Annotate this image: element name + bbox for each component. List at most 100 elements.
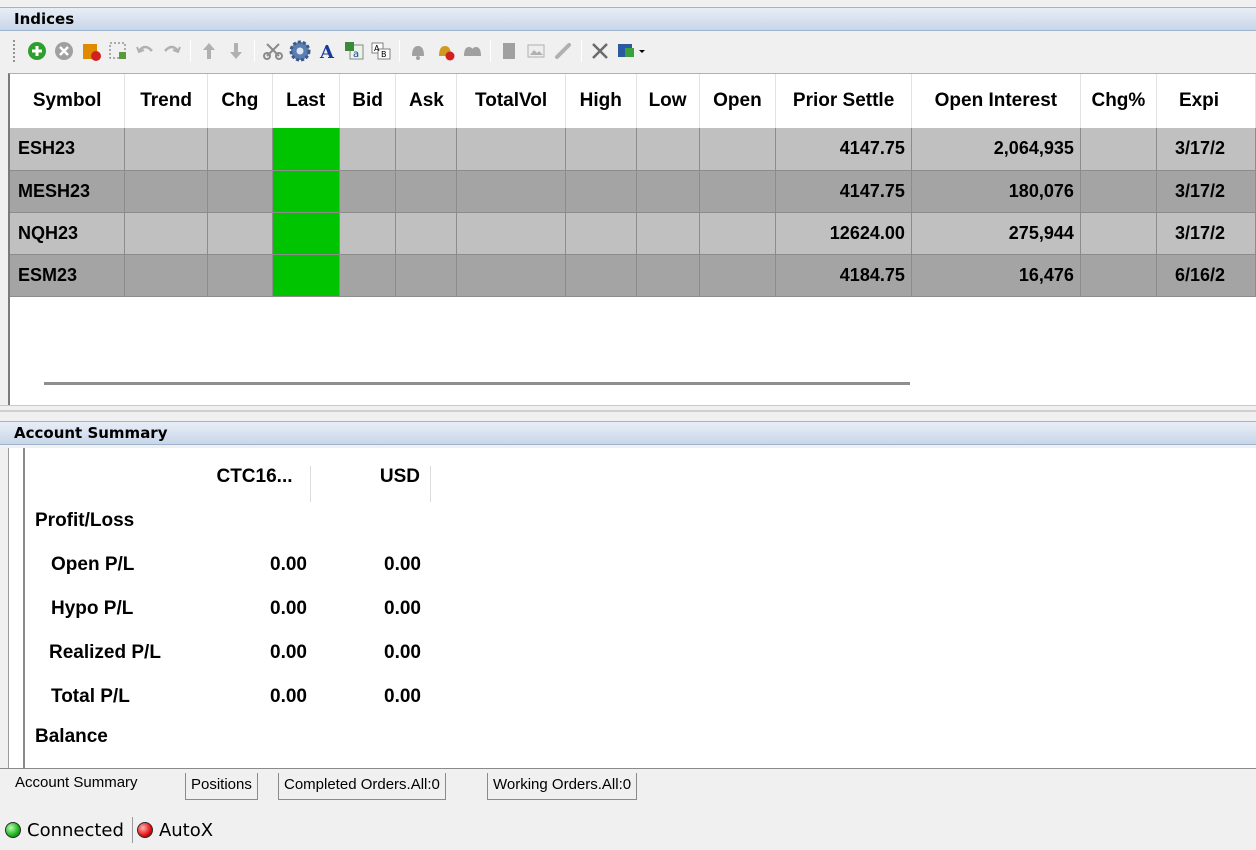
rename-icon[interactable]: AB xyxy=(370,40,392,62)
symbol-cell[interactable]: ESM23 xyxy=(10,254,126,297)
grid-cell[interactable] xyxy=(395,170,458,213)
grid-cell[interactable] xyxy=(636,254,700,297)
move-up-icon[interactable] xyxy=(198,40,220,62)
add-icon[interactable] xyxy=(26,40,48,62)
open-interest-cell[interactable]: 275,944 xyxy=(911,212,1081,255)
link-icon[interactable] xyxy=(552,40,574,62)
grid-cell[interactable] xyxy=(207,170,273,213)
new-sheet-icon[interactable] xyxy=(80,40,102,62)
table-row[interactable]: ESH23 4147.75 2,064,935 3/17/2 xyxy=(10,128,1256,171)
last-price-cell[interactable] xyxy=(272,254,340,297)
column-header[interactable]: Chg xyxy=(207,74,273,128)
chart-doc-icon[interactable] xyxy=(498,40,520,62)
select-area-icon[interactable] xyxy=(107,40,129,62)
grid-cell[interactable] xyxy=(565,170,637,213)
grid-cell[interactable] xyxy=(456,170,566,213)
export-excel-icon[interactable]: a xyxy=(343,40,365,62)
grid-cell[interactable] xyxy=(565,254,637,297)
column-header[interactable]: Bid xyxy=(339,74,397,128)
column-header[interactable]: Symbol xyxy=(10,74,126,128)
prior-settle-cell[interactable]: 12624.00 xyxy=(775,212,912,255)
grid-cell[interactable] xyxy=(339,170,397,213)
grid-cell[interactable] xyxy=(1080,254,1157,297)
grid-cell[interactable] xyxy=(636,170,700,213)
expiration-cell[interactable]: 3/17/2 xyxy=(1156,212,1256,255)
horizontal-scrollbar[interactable] xyxy=(44,382,910,385)
grid-cell[interactable] xyxy=(395,212,458,255)
panel-splitter[interactable] xyxy=(0,405,1256,421)
open-interest-cell[interactable]: 180,076 xyxy=(911,170,1081,213)
grid-cell[interactable] xyxy=(699,254,777,297)
alert-bell-icon[interactable] xyxy=(407,40,429,62)
grid-cell[interactable] xyxy=(124,212,208,255)
open-interest-cell[interactable]: 16,476 xyxy=(911,254,1081,297)
grid-cell[interactable] xyxy=(339,212,397,255)
column-header[interactable]: Low xyxy=(636,74,700,128)
font-icon[interactable]: A xyxy=(316,40,338,62)
grid-cell[interactable] xyxy=(207,254,273,297)
table-row[interactable]: ESM23 4184.75 16,476 6/16/2 xyxy=(10,254,1256,297)
undo-icon[interactable] xyxy=(134,40,156,62)
table-row[interactable]: MESH23 4147.75 180,076 3/17/2 xyxy=(10,170,1256,213)
column-header-account[interactable]: CTC16... xyxy=(199,466,311,502)
column-header[interactable]: Chg% xyxy=(1080,74,1157,128)
settings-gear-icon[interactable] xyxy=(289,40,311,62)
grid-cell[interactable] xyxy=(699,212,777,255)
column-header[interactable]: TotalVol xyxy=(456,74,566,128)
move-down-icon[interactable] xyxy=(225,40,247,62)
expiration-cell[interactable]: 3/17/2 xyxy=(1156,170,1256,213)
grid-cell[interactable] xyxy=(124,254,208,297)
tab-account-summary[interactable]: Account Summary xyxy=(10,771,143,798)
grid-cell[interactable] xyxy=(395,254,458,297)
prior-settle-cell[interactable]: 4147.75 xyxy=(775,128,912,171)
expiration-cell[interactable]: 3/17/2 xyxy=(1156,128,1256,171)
symbol-cell[interactable]: ESH23 xyxy=(10,128,126,171)
grid-cell[interactable] xyxy=(339,128,397,171)
tab-positions[interactable]: Positions xyxy=(185,773,258,800)
column-header[interactable]: Trend xyxy=(124,74,208,128)
grid-cell[interactable] xyxy=(207,212,273,255)
grid-cell[interactable] xyxy=(1080,212,1157,255)
symbol-cell[interactable]: NQH23 xyxy=(10,212,126,255)
prior-settle-cell[interactable]: 4147.75 xyxy=(775,170,912,213)
grid-cell[interactable] xyxy=(699,170,777,213)
column-header[interactable]: Open xyxy=(699,74,777,128)
workspace-dropdown-icon[interactable] xyxy=(616,40,648,62)
grid-cell[interactable] xyxy=(1080,170,1157,213)
open-interest-cell[interactable]: 2,064,935 xyxy=(911,128,1081,171)
grid-cell[interactable] xyxy=(565,128,637,171)
grid-cell[interactable] xyxy=(456,254,566,297)
grid-cell[interactable] xyxy=(456,212,566,255)
column-header[interactable]: Expi xyxy=(1156,74,1256,128)
grid-cell[interactable] xyxy=(395,128,458,171)
column-header[interactable]: Prior Settle xyxy=(775,74,912,128)
grid-cell[interactable] xyxy=(124,128,208,171)
symbol-cell[interactable]: MESH23 xyxy=(10,170,126,213)
last-price-cell[interactable] xyxy=(272,212,340,255)
last-price-cell[interactable] xyxy=(272,170,340,213)
toolbar-grip[interactable] xyxy=(12,39,16,63)
column-header[interactable]: Ask xyxy=(395,74,458,128)
grid-cell[interactable] xyxy=(699,128,777,171)
column-header[interactable]: Open Interest xyxy=(911,74,1081,128)
tab-completed-orders[interactable]: Completed Orders.All:0 xyxy=(278,773,446,800)
autox-status-label[interactable]: AutoX xyxy=(159,820,213,841)
column-header[interactable]: Last xyxy=(272,74,340,128)
grid-cell[interactable] xyxy=(124,170,208,213)
grid-cell[interactable] xyxy=(636,128,700,171)
cut-icon[interactable] xyxy=(262,40,284,62)
column-header[interactable]: High xyxy=(565,74,637,128)
tab-working-orders[interactable]: Working Orders.All:0 xyxy=(487,773,638,800)
remove-icon[interactable] xyxy=(53,40,75,62)
tools-icon[interactable] xyxy=(589,40,611,62)
redo-icon[interactable] xyxy=(161,40,183,62)
grid-cell[interactable] xyxy=(1080,128,1157,171)
grid-cell[interactable] xyxy=(456,128,566,171)
expiration-cell[interactable]: 6/16/2 xyxy=(1156,254,1256,297)
grid-cell[interactable] xyxy=(565,212,637,255)
table-row[interactable]: NQH23 12624.00 275,944 3/17/2 xyxy=(10,212,1256,255)
image-icon[interactable] xyxy=(525,40,547,62)
column-header-currency[interactable]: USD xyxy=(311,466,431,502)
last-price-cell[interactable] xyxy=(272,128,340,171)
grid-cell[interactable] xyxy=(207,128,273,171)
